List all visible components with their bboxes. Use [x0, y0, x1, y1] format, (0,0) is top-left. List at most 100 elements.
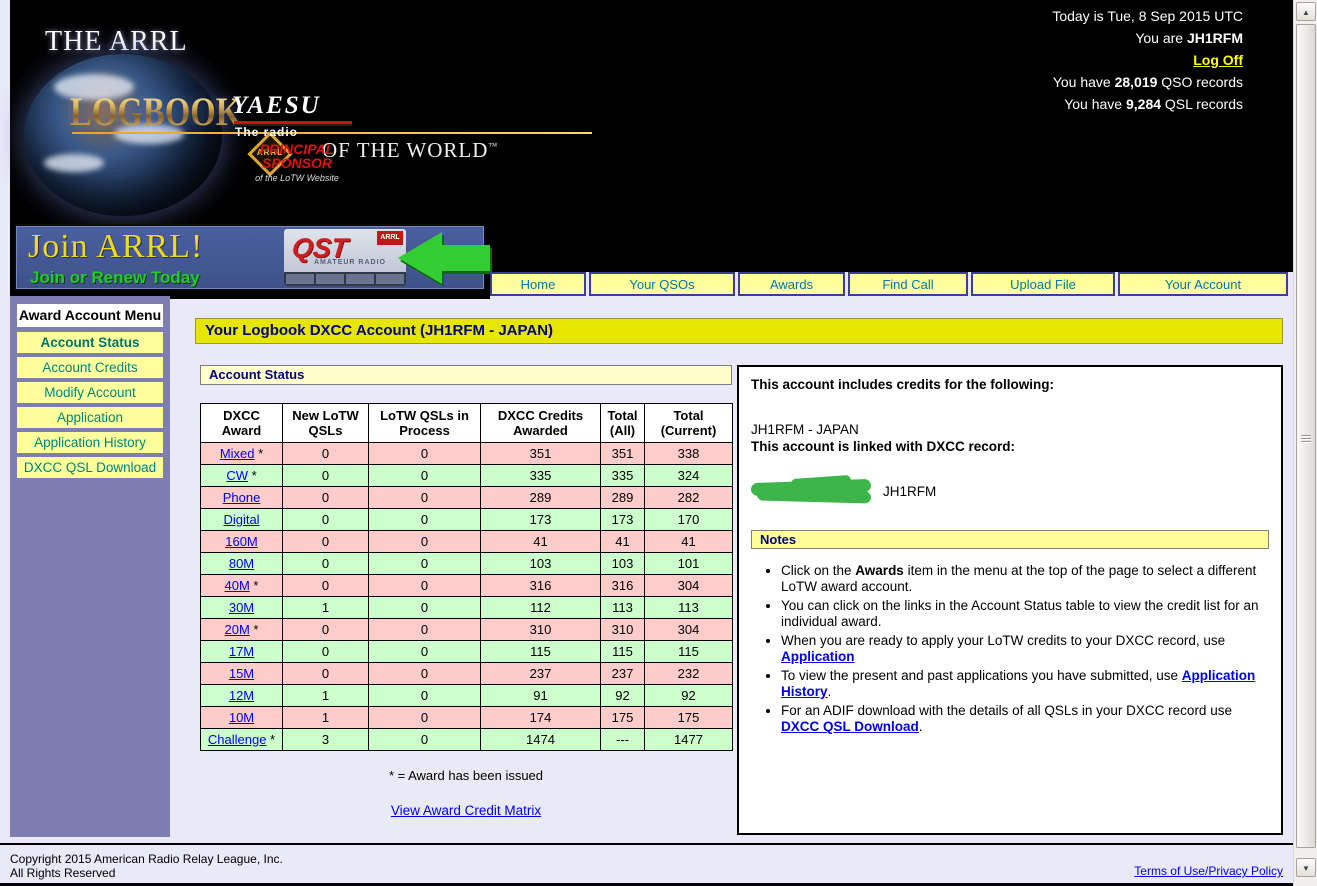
- scrollbar-thumb[interactable]: [1296, 24, 1316, 848]
- table-cell: 0: [369, 729, 481, 751]
- award-link-80m[interactable]: 80M: [229, 556, 254, 571]
- nav-item-your-account[interactable]: Your Account: [1118, 272, 1288, 296]
- award-link-10m[interactable]: 10M: [229, 710, 254, 725]
- note-link-application[interactable]: Application: [781, 649, 855, 664]
- award-link-15m[interactable]: 15M: [229, 666, 254, 681]
- table-cell: 316: [601, 575, 645, 597]
- table-cell: 0: [369, 597, 481, 619]
- table-cell: 175: [645, 707, 733, 729]
- award-cell: 40M *: [201, 575, 283, 597]
- banner-subtitle: Join or Renew Today: [30, 268, 200, 288]
- award-link-12m[interactable]: 12M: [229, 688, 254, 703]
- terms-privacy-link[interactable]: Terms of Use/Privacy Policy: [1134, 864, 1283, 878]
- award-link-challenge[interactable]: Challenge: [208, 732, 267, 747]
- table-cell: 115: [645, 641, 733, 663]
- scroll-up-icon[interactable]: ▲: [1296, 2, 1316, 21]
- column-header: LoTW QSLs in Process: [369, 404, 481, 443]
- note-text: You can click on the links in the Accoun…: [781, 598, 1259, 629]
- table-cell: 174: [481, 707, 601, 729]
- award-link-17m[interactable]: 17M: [229, 644, 254, 659]
- join-arrl-banner[interactable]: Join ARRL! Join or Renew Today QST AMATE…: [14, 224, 486, 291]
- table-cell: 1477: [645, 729, 733, 751]
- award-link-40m[interactable]: 40M: [225, 578, 250, 593]
- nav-item-find-call[interactable]: Find Call: [848, 272, 968, 296]
- nav-link[interactable]: Upload File: [1010, 277, 1076, 292]
- nav-item-awards[interactable]: Awards: [738, 272, 845, 296]
- footer-divider: [0, 843, 1293, 845]
- table-cell: 0: [283, 487, 369, 509]
- issued-asterisk: *: [250, 622, 259, 637]
- nav-link[interactable]: Find Call: [882, 277, 933, 292]
- user-callsign: JH1RFM: [1187, 30, 1243, 46]
- table-cell: 115: [481, 641, 601, 663]
- date-line: Today is Tue, 8 Sep 2015 UTC: [1052, 5, 1243, 27]
- table-cell: 0: [283, 465, 369, 487]
- note-item: You can click on the links in the Accoun…: [781, 598, 1269, 630]
- award-link-cw[interactable]: CW: [226, 468, 248, 483]
- nav-link[interactable]: Awards: [770, 277, 813, 292]
- table-cell: ---: [601, 729, 645, 751]
- table-cell: 103: [601, 553, 645, 575]
- table-cell: 1474: [481, 729, 601, 751]
- sidebar-item-account-credits[interactable]: Account Credits: [17, 357, 163, 378]
- nav-link[interactable]: Home: [521, 277, 556, 292]
- column-header: New LoTW QSLs: [283, 404, 369, 443]
- view-award-credit-matrix-link[interactable]: View Award Credit Matrix: [391, 803, 541, 818]
- award-link-160m[interactable]: 160M: [225, 534, 258, 549]
- logoff-link[interactable]: Log Off: [1193, 49, 1243, 71]
- qst-magazine-image: QST AMATEUR RADIO ARRL: [284, 229, 406, 286]
- table-cell: 3: [283, 729, 369, 751]
- note-text: To view the present and past application…: [781, 668, 1182, 683]
- linked-record-row: JH1RFM: [751, 476, 1269, 506]
- award-link-digital[interactable]: Digital: [223, 512, 259, 527]
- table-cell: 351: [481, 443, 601, 465]
- award-cell: 17M: [201, 641, 283, 663]
- table-cell: 304: [645, 619, 733, 641]
- table-cell: 289: [601, 487, 645, 509]
- scroll-down-icon[interactable]: ▼: [1296, 858, 1316, 877]
- table-row: CW *00335335324: [201, 465, 733, 487]
- redacted-name-scribble: [751, 479, 877, 503]
- table-cell: 41: [601, 531, 645, 553]
- qso-count-line: You have 28,019 QSO records: [1053, 71, 1243, 93]
- vertical-scrollbar[interactable]: ▲ ▼: [1293, 0, 1317, 886]
- note-item: For an ADIF download with the details of…: [781, 703, 1269, 735]
- yaesu-rule: [234, 121, 352, 124]
- notes-section-header: Notes: [751, 530, 1269, 549]
- table-cell: 232: [645, 663, 733, 685]
- column-header: Total (All): [601, 404, 645, 443]
- nav-item-your-qsos[interactable]: Your QSOs: [589, 272, 735, 296]
- sidebar-item-application[interactable]: Application: [17, 407, 163, 428]
- globe-logo-image: [24, 54, 222, 216]
- table-cell: 310: [601, 619, 645, 641]
- sponsor-logo: YAESU The radio PRINCIPALSPONSOR of the …: [232, 92, 362, 183]
- sidebar-item-dxcc-qsl-download[interactable]: DXCC QSL Download: [17, 457, 163, 478]
- table-cell: 0: [369, 663, 481, 685]
- table-cell: 0: [283, 641, 369, 663]
- green-arrow-icon: [398, 232, 488, 284]
- table-row: 30M10112113113: [201, 597, 733, 619]
- award-link-mixed[interactable]: Mixed: [220, 446, 255, 461]
- sidebar-items: Account Status Account Credits Modify Acco…: [17, 332, 163, 478]
- nav-item-upload-file[interactable]: Upload File: [971, 272, 1115, 296]
- sponsor-small-text: of the LoTW Website: [232, 173, 362, 183]
- table-cell: 0: [369, 707, 481, 729]
- sidebar-item-application-history[interactable]: Application History: [17, 432, 163, 453]
- award-cell: 30M: [201, 597, 283, 619]
- award-link-30m[interactable]: 30M: [229, 600, 254, 615]
- table-cell: 304: [645, 575, 733, 597]
- sidebar-item-modify-account[interactable]: Modify Account: [17, 382, 163, 403]
- note-text: For an ADIF download with the details of…: [781, 703, 1232, 718]
- award-link-phone[interactable]: Phone: [223, 490, 261, 505]
- sponsor-principal: PRINCIPALSPONSOR: [232, 142, 362, 170]
- award-link-20m[interactable]: 20M: [225, 622, 250, 637]
- linked-heading: This account is linked with DXCC record:: [751, 439, 1269, 454]
- nav-item-home[interactable]: Home: [490, 272, 586, 296]
- nav-link[interactable]: Your Account: [1165, 277, 1241, 292]
- notes-list: Click on the Awards item in the menu at …: [781, 563, 1269, 735]
- sidebar-item-account-status[interactable]: Account Status: [17, 332, 163, 353]
- nav-link[interactable]: Your QSOs: [629, 277, 694, 292]
- award-cell: 10M: [201, 707, 283, 729]
- note-link-dxcc-qsl-download[interactable]: DXCC QSL Download: [781, 719, 919, 734]
- yaesu-tagline: The radio: [235, 125, 362, 139]
